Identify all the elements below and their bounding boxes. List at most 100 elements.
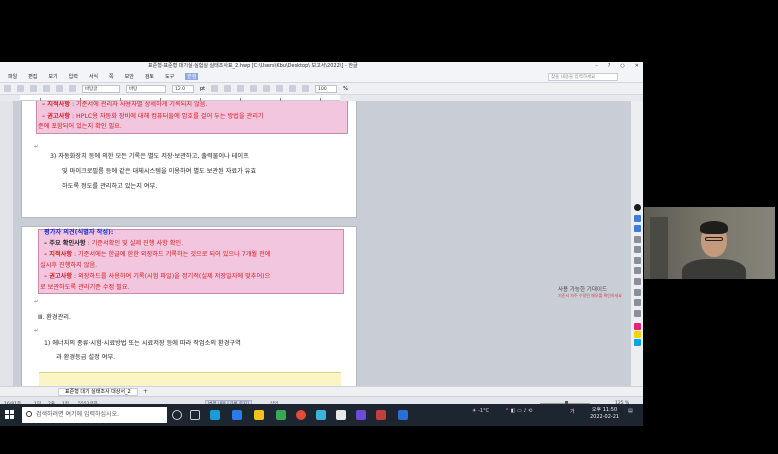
menu-search-input[interactable]: 찾을 내용을 입력하세요 [548,73,618,81]
finding-line: – 지적사항 : 기준서에는 한글에 한한 외장하드 기록하는 것으로 되어 있… [44,251,271,258]
notification-icon[interactable]: ▤ [628,408,633,414]
font-select[interactable]: 바탕 [126,84,166,93]
evaluator-header: 평가자 의견(식별자 작성): [44,229,114,236]
print-icon[interactable] [43,85,50,92]
window-title: 표준형·표준형 대기실·실험실 실태조사표_2.hwp [C:\Users\Kb… [148,63,358,69]
justify-icon[interactable] [302,85,310,92]
save-icon[interactable] [30,85,37,92]
item3-line3: 하도록 정도를 관리하고 있는지 여부. [62,183,158,190]
app-icon[interactable] [356,410,366,420]
zoom-unit: % [343,85,348,92]
delete-icon[interactable] [634,289,641,296]
file-explorer-icon[interactable] [254,410,264,420]
document-page[interactable]: 평가자 의견(식별자 작성): – 주요 확인사항 : 기준서확인 및 실제 진… [21,226,357,386]
hwp-window: 표준형·표준형 대기실·실험실 실태조사표_2.hwp [C:\Users\Kb… [0,62,643,410]
menu-file[interactable]: 파일 [8,73,17,80]
chrome-icon[interactable] [296,410,306,420]
memo-hint[interactable]: 사용 가능한 기대이드 기준서 자주 수정된 메모를 확인하세요 [558,285,622,299]
text-icon[interactable] [634,278,641,285]
format-toolbar: 바탕글 바탕 12.0 pt 100 % [0,83,643,95]
info-icon[interactable] [634,204,641,211]
tab-document[interactable]: 표준형 대기 실태조사 대상서_2 [58,388,138,396]
widgets-icon[interactable] [190,410,200,420]
menu-hancom[interactable]: 한컴 [185,73,199,80]
clock[interactable]: 오후 11:50 2022-02-21 [590,407,619,421]
weather-status[interactable]: ☀ -1°C [472,408,489,414]
section-heading: Ⅲ. 환경관리. [38,314,71,321]
align-center-icon[interactable] [276,85,284,92]
ime-indicator[interactable]: 가 [570,408,575,415]
pen-icon[interactable] [634,236,641,243]
save-icon[interactable] [634,299,641,306]
menu-page[interactable]: 쪽 [109,73,114,80]
paragraph-mark: ↵ [34,144,39,150]
bold-icon[interactable] [211,85,219,92]
close-button[interactable]: ✕ [635,62,639,71]
vertical-ruler[interactable] [0,101,14,386]
webcam-overlay [644,207,775,279]
eraser-icon[interactable] [634,257,641,264]
open-icon[interactable] [17,85,24,92]
item1-line1: 1) 에너지의 종류·시험·시료방법 또는 시료저장 등에 따라 작업소의 환경… [44,340,241,347]
color-yellow-icon[interactable] [634,331,641,338]
font-color-icon[interactable] [250,85,258,92]
add-tab-button[interactable]: + [143,388,148,395]
system-tray-icons[interactable]: ⌃ ◧ ▭ ♪ ⟲ [505,408,532,414]
paragraph-mark: ↵ [34,328,39,334]
windows-taskbar: 검색하려면 여기에 입력하십시오. ☀ -1°C ⌃ ◧ ▭ ♪ ⟲ 가 오후 … [0,404,643,426]
camera-icon[interactable] [634,310,641,317]
menu-insert[interactable]: 입력 [69,73,78,80]
new-doc-icon[interactable] [4,85,11,92]
paragraph-mark: ↵ [34,299,39,305]
restore-button[interactable]: ○ [620,62,624,71]
menu-format[interactable]: 서식 [89,73,98,80]
align-left-icon[interactable] [263,85,271,92]
search-icon [26,411,32,417]
app-icon[interactable] [316,410,326,420]
app-icon[interactable] [376,410,386,420]
font-unit: pt [200,85,206,92]
screen: 표준형·표준형 대기실·실험실 실태조사표_2.hwp [C:\Users\Kb… [0,0,778,454]
store-icon[interactable] [276,410,286,420]
font-size-input[interactable]: 12.0 [172,84,194,93]
redo-icon[interactable] [69,85,76,92]
menu-security[interactable]: 보안 [125,73,134,80]
zoom-input[interactable]: 100 [315,84,338,93]
dot-icon[interactable] [634,267,641,274]
pointer-icon[interactable] [634,225,641,232]
finding-continued: 실시후 진행하지 않음. [40,262,98,269]
main-check-line: – 주요 확인사항 : 기준서확인 및 실제 진행 사항 확인. [44,240,184,247]
menu-view[interactable]: 보기 [48,73,57,80]
style-select[interactable]: 바탕글 [82,84,120,93]
window-controls: – ? ○ ✕ [595,62,639,71]
hwp-icon[interactable] [398,410,408,420]
align-right-icon[interactable] [289,85,297,92]
undo-icon[interactable] [56,85,63,92]
menu-edit[interactable]: 편집 [28,73,37,80]
ie-icon[interactable] [232,410,242,420]
menu-bar: 파일 편집 보기 입력 서식 쪽 보안 검토 도구 한컴 찾을 내용을 입력하세… [0,71,643,83]
task-view-icon[interactable] [172,410,182,420]
menu-tools[interactable]: 도구 [165,73,174,80]
item1-line2: 과 환경등급 설정 여부. [56,354,116,361]
taskbar-search-input[interactable]: 검색하려면 여기에 입력하십시오. [22,407,167,423]
minimize-button[interactable]: – [595,62,598,71]
recommendation-line: – 권고사항 : 외장하드를 사용하여 기록(시험 파일)을 정기적(실제 저장… [44,273,271,280]
item3-line1: 3) 자동화장치 등에 의한 모든 기록은 별도 저장·보관하고, 출력물이나 … [50,153,249,160]
help-button[interactable]: ? [608,62,611,71]
app-icon[interactable] [336,410,346,420]
cursor-icon[interactable] [634,215,641,222]
document-page[interactable]: – 지적사항 : 기준서에 관리자 사용자별 상세하게 기록되지 않음. – 권… [21,101,357,218]
italic-icon[interactable] [224,85,232,92]
document-area[interactable]: – 지적사항 : 기준서에 관리자 사용자별 상세하게 기록되지 않음. – 권… [14,101,630,386]
edge-icon[interactable] [210,410,220,420]
line-icon[interactable] [634,246,641,253]
color-cyan-icon[interactable] [634,339,641,346]
underline-icon[interactable] [237,85,245,92]
item3-line2: 및 마이크로필름 등에 같은 대체시스템을 이용하여 별도 보관된 자료가 유효 [62,168,257,175]
side-tool-panel [630,101,643,386]
color-magenta-icon[interactable] [634,323,641,330]
highlight-box [39,372,341,386]
menu-review[interactable]: 검토 [145,73,154,80]
windows-start-icon[interactable] [5,410,14,419]
